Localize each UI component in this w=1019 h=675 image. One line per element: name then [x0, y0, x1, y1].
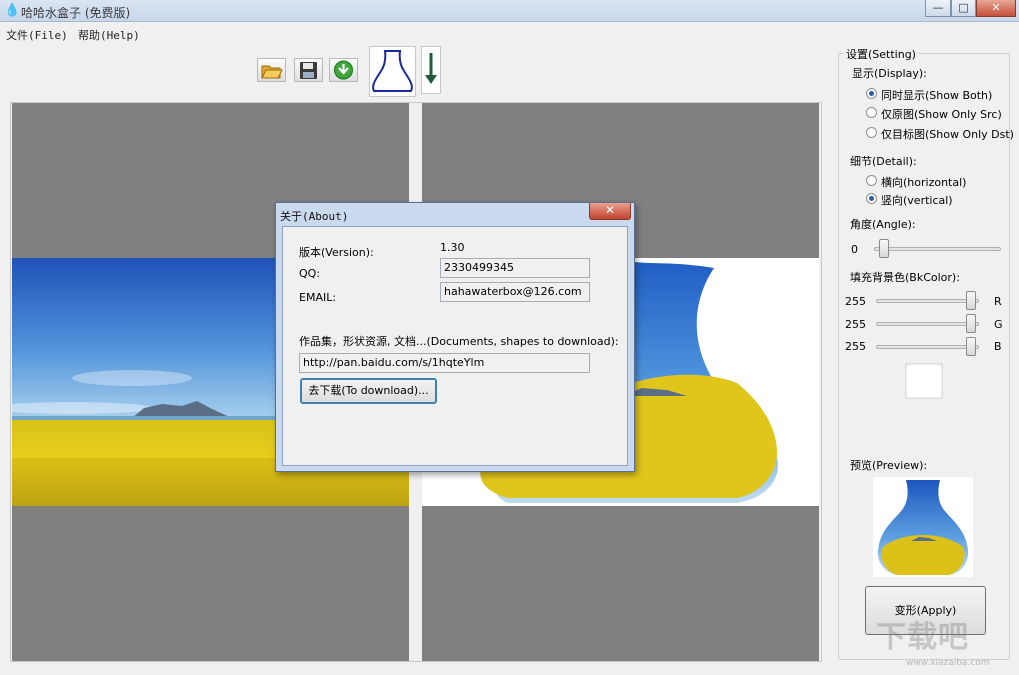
preview-label: 预览(Preview): [850, 459, 928, 472]
email-label: EMAIL: [299, 291, 337, 304]
version-label: 版本(Version): [299, 246, 374, 259]
shape-selector[interactable] [369, 46, 416, 97]
horizontal-label[interactable]: 横向(horizontal) [881, 174, 966, 190]
title-bar: 💧 哈哈水盒子 (免费版) — □ ✕ [0, 0, 1019, 22]
shape-dropdown-button[interactable] [421, 46, 441, 94]
menu-bar: 文件(File) 帮助(Help) [0, 24, 1019, 44]
red-letter: R [994, 295, 1002, 308]
floppy-save-icon [300, 62, 317, 79]
dialog-title: 关于(About) [280, 210, 349, 223]
red-slider-thumb[interactable] [966, 291, 976, 310]
preview-box [873, 477, 973, 577]
watermark-url: www.xiazaiba.com [906, 658, 990, 668]
show-src-label[interactable]: 仅原图(Show Only Src) [881, 106, 1002, 122]
menu-help[interactable]: 帮助(Help) [78, 27, 140, 43]
radio-show-src[interactable] [866, 107, 877, 118]
version-value: 1.30 [440, 241, 465, 254]
download-button[interactable] [329, 58, 358, 82]
maximize-button[interactable]: □ [951, 0, 976, 17]
vertical-label[interactable]: 竖向(vertical) [881, 192, 953, 208]
angle-value: 0 [851, 243, 858, 256]
dialog-close-button[interactable]: ✕ [589, 203, 631, 220]
show-both-label[interactable]: 同时显示(Show Both) [881, 87, 992, 103]
collection-label: 作品集，形状资源, 文档...(Documents, shapes to dow… [299, 335, 619, 348]
preview-image [877, 480, 969, 575]
download-url-field[interactable]: http://pan.baidu.com/s/1hqteYlm [299, 353, 590, 373]
qq-field[interactable]: 2330499345 [440, 258, 590, 278]
window-title: 哈哈水盒子 (免费版) [21, 6, 131, 20]
display-label: 显示(Display): [852, 67, 927, 80]
angle-label: 角度(Angle): [850, 218, 916, 231]
qq-label: QQ: [299, 267, 321, 280]
blue-letter: B [994, 340, 1002, 353]
flask-shape-icon [372, 50, 413, 92]
green-slider-thumb[interactable] [966, 314, 976, 333]
save-button[interactable] [294, 58, 323, 82]
radio-show-dst[interactable] [866, 127, 877, 138]
bkcolor-label: 填充背景色(BkColor): [850, 271, 960, 284]
red-value: 255 [845, 295, 866, 308]
folder-open-icon [261, 65, 283, 79]
close-button[interactable]: ✕ [976, 0, 1016, 17]
green-slider-track[interactable] [876, 322, 979, 326]
radio-horizontal[interactable] [866, 175, 877, 186]
to-download-button[interactable]: 去下载(To download)... [300, 378, 437, 404]
angle-slider-track[interactable] [874, 247, 1001, 251]
blue-value: 255 [845, 340, 866, 353]
menu-file[interactable]: 文件(File) [6, 27, 68, 43]
blue-slider-thumb[interactable] [966, 337, 976, 356]
detail-label: 细节(Detail): [850, 155, 917, 168]
about-dialog: 关于(About) ✕ 版本(Version): 1.30 QQ: 233049… [275, 202, 635, 472]
down-arrow-icon [425, 53, 437, 84]
bkcolor-swatch[interactable] [905, 363, 943, 399]
green-download-icon [334, 60, 353, 80]
email-field[interactable]: hahawaterbox@126.com [440, 282, 590, 302]
green-value: 255 [845, 318, 866, 331]
radio-vertical[interactable] [866, 193, 877, 204]
radio-show-both[interactable] [866, 88, 877, 99]
open-button[interactable] [257, 58, 286, 82]
blue-slider-track[interactable] [876, 345, 979, 349]
watermark-logo: 下载吧 [876, 620, 969, 655]
settings-legend: 设置(Setting) [844, 46, 918, 62]
minimize-button[interactable]: — [925, 0, 951, 17]
green-letter: G [994, 318, 1003, 331]
red-slider-track[interactable] [876, 299, 979, 303]
angle-slider-thumb[interactable] [879, 239, 889, 258]
dialog-body: 版本(Version): 1.30 QQ: 2330499345 EMAIL: … [282, 226, 628, 466]
app-water-icon: 💧 [4, 3, 21, 18]
show-dst-label[interactable]: 仅目标图(Show Only Dst) [881, 126, 1014, 142]
